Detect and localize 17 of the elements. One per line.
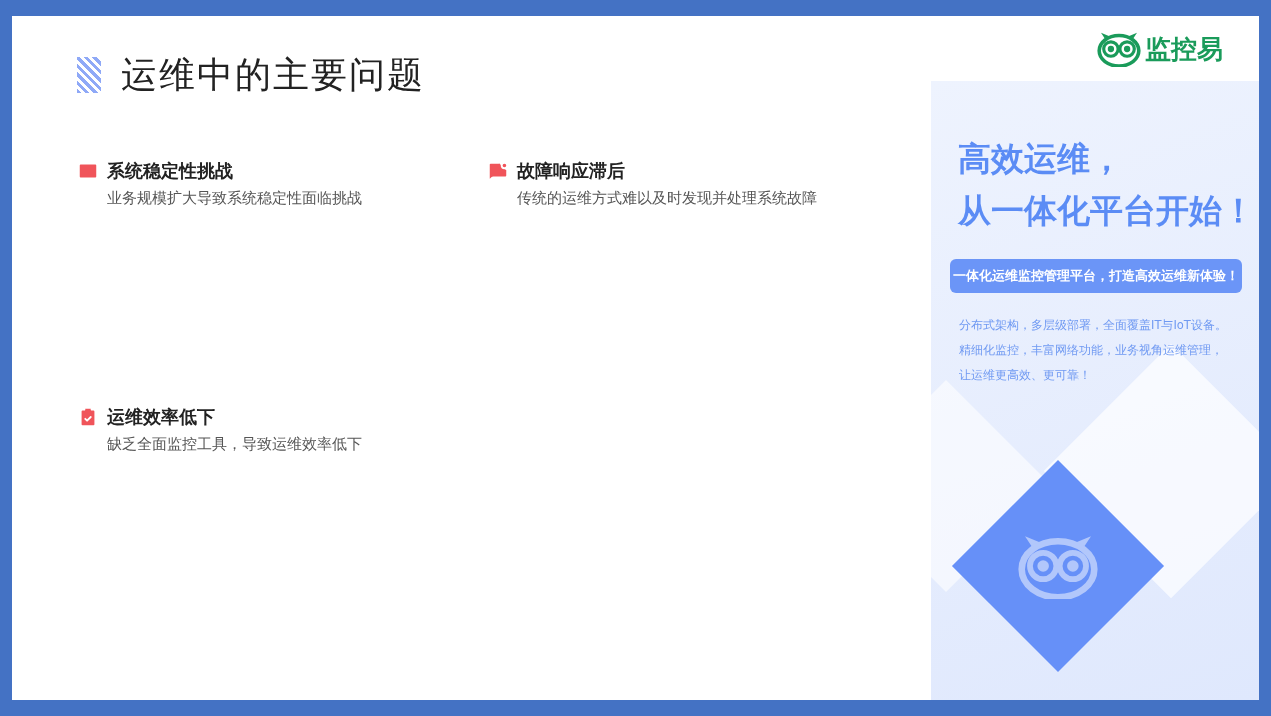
issue-description: 缺乏全面监控工具，导致运维效率低下 xyxy=(107,435,363,454)
issue-description: 传统的运维方式难以及时发现并处理系统故障 xyxy=(517,189,818,208)
owl-emblem-icon xyxy=(1018,533,1098,599)
promo-text: 让运维更高效、更可靠！ xyxy=(959,367,1092,384)
issue-description: 业务规模扩大导致系统稳定性面临挑战 xyxy=(107,189,363,208)
slide-title: 运维中的主要问题 xyxy=(121,54,425,97)
issue-heading: 系统稳定性挑战 xyxy=(107,160,233,183)
striped-square-icon xyxy=(77,57,101,93)
logo-text: 监控易 xyxy=(1145,33,1223,64)
promo-text: 分布式架构，多层级部署，全面覆盖IT与IoT设备。 xyxy=(959,317,1228,334)
promo-text: 精细化监控，丰富网络功能，业务视角运维管理， xyxy=(959,342,1224,359)
promo-banner: 一体化运维监控管理平台，打造高效运维新体验！ xyxy=(950,259,1242,293)
promo-headline: 高效运维， xyxy=(957,138,1124,180)
issue-heading: 故障响应滞后 xyxy=(517,160,625,183)
issue-heading: 运维效率低下 xyxy=(107,406,215,429)
chat-bubble-icon xyxy=(487,160,509,182)
owl-logo-icon xyxy=(1097,30,1141,67)
